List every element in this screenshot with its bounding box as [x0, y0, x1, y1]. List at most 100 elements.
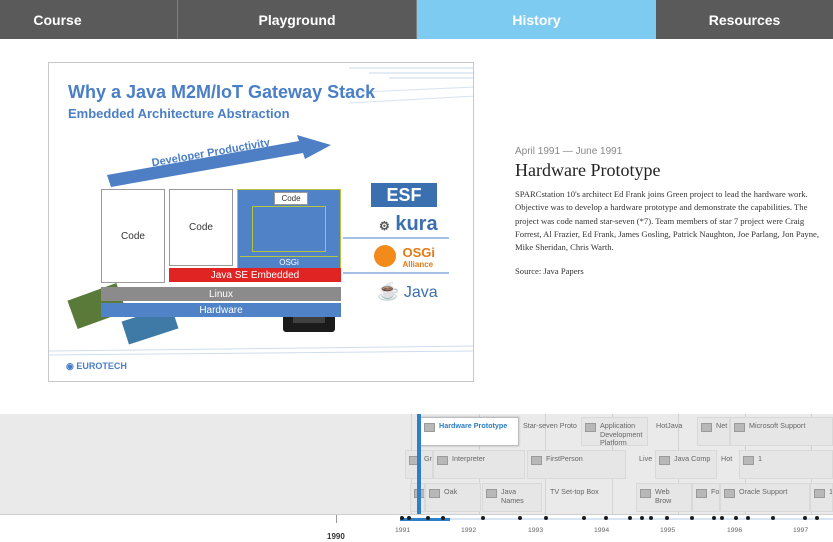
osgi-bundles [252, 206, 326, 252]
timeline-item-java-names[interactable]: Java Names [482, 483, 542, 512]
timeline-event-dot[interactable] [544, 516, 548, 520]
tab-course[interactable]: Course [0, 0, 178, 39]
year-label: 1993 [528, 527, 544, 534]
timeline-axis[interactable]: 1990 1991 1992 1993 1994 1995 1996 1997 [0, 514, 833, 542]
timeline-item-hotjava[interactable]: HotJava [652, 417, 697, 446]
timeline-event-dot[interactable] [771, 516, 775, 520]
eurotech-logo-text: EUROTECH [76, 361, 127, 371]
timeline-item-1[interactable]: 1 [739, 450, 833, 479]
timeline-item-label: Java Comp [674, 454, 711, 463]
timeline-item-label: Java Names [501, 487, 524, 505]
timeline-item-hardware-prototype[interactable]: Hardware Prototype [420, 417, 519, 446]
image-icon [486, 489, 497, 498]
image-icon [659, 456, 670, 465]
image-icon [696, 489, 707, 498]
timeline-item-label: FirstPerson [546, 454, 583, 463]
image-icon [814, 489, 825, 498]
code-box-2: Code [169, 189, 233, 266]
timeline-item-1-row3[interactable]: 1 [810, 483, 833, 512]
osgi-label: OSGi [279, 257, 299, 267]
timeline-event-dot[interactable] [426, 516, 430, 520]
timeline-event-dot[interactable] [746, 516, 750, 520]
image-icon [531, 456, 542, 465]
timeline-event-dot[interactable] [582, 516, 586, 520]
linux-label: Linux [209, 288, 233, 300]
java-se-bar: Java SE Embedded [169, 268, 341, 282]
entry-description: SPARCstation 10's architect Ed Frank joi… [515, 189, 819, 253]
timeline-item-oak[interactable]: Oak [425, 483, 481, 512]
timeline-item-label: Live [639, 454, 653, 463]
image-icon [585, 423, 596, 432]
image-icon [437, 456, 448, 465]
timeline-item-live[interactable]: Live [635, 450, 655, 479]
history-slide-image: Why a Java M2M/IoT Gateway Stack Embedde… [48, 62, 474, 382]
timeline-event-dot[interactable] [518, 516, 522, 520]
timeline-item-tv-settop[interactable]: TV Set-top Box [546, 483, 635, 512]
timeline-item-interpreter[interactable]: Interpreter [433, 450, 525, 479]
timeline-event-dot[interactable] [441, 516, 445, 520]
timeline-item-fo[interactable]: Fo [692, 483, 720, 512]
timeline-item-label: HotJava [656, 421, 683, 430]
timeline-item-web-brow[interactable]: Web Brow [636, 483, 692, 512]
timeline-event-dot[interactable] [481, 516, 485, 520]
image-icon [743, 456, 754, 465]
hardware-label: Hardware [199, 304, 243, 316]
timeline-event-dot[interactable] [665, 516, 669, 520]
timeline-event-dot[interactable] [649, 516, 653, 520]
timeline-item-label: TV Set-top Box [550, 487, 599, 496]
image-icon [724, 489, 735, 498]
timeline-event-dot[interactable] [604, 516, 608, 520]
year-label: 1995 [660, 527, 676, 534]
timeline-item-label: Star-seven Proto [523, 421, 577, 430]
entry-source: Source: Java Papers [515, 266, 584, 277]
timeline-event-dot[interactable] [628, 516, 632, 520]
java-logo: ☕ Java [377, 281, 438, 302]
year-label: 1991 [395, 527, 411, 534]
timeline-item-net[interactable]: Net [697, 417, 730, 446]
slide-title: Why a Java M2M/IoT Gateway Stack [68, 82, 376, 102]
timeline-item-java-comp[interactable]: Java Comp [655, 450, 717, 479]
timeline-item-firstperson[interactable]: FirstPerson [527, 450, 626, 479]
timeline-event-dot[interactable] [712, 516, 716, 520]
timeline-item-label: Fo [711, 487, 720, 496]
image-icon [640, 489, 651, 498]
kura-gear-icon: ⚙ [379, 219, 390, 233]
timeline-item-application-platform[interactable]: Application Development Platform [581, 417, 648, 446]
timeline-event-dot[interactable] [803, 516, 807, 520]
kura-logo: ⚙ kura [379, 213, 438, 236]
timeline-item-star-seven[interactable]: Star-seven Proto [519, 417, 581, 446]
timeline-item-hot[interactable]: Hot [717, 450, 739, 479]
entry-dates: April 1991 — June 1991 [515, 146, 623, 157]
tab-playground[interactable]: Playground [178, 0, 417, 39]
timeline-item-label: Web Brow [655, 487, 672, 505]
tab-resources-label: Resources [708, 11, 781, 28]
osgi-alliance-words: OSGi Alliance [402, 245, 435, 269]
timeline-event-dot[interactable] [400, 516, 404, 520]
tab-history[interactable]: History [417, 0, 656, 39]
java-se-label: Java SE Embedded [210, 269, 300, 281]
timeline[interactable]: Hardware Prototype Star-seven Proto Appl… [0, 414, 833, 542]
timeline-item-microsoft-support[interactable]: Microsoft Support [730, 417, 833, 446]
timeline-event-dot[interactable] [407, 516, 411, 520]
timeline-item-oracle-support[interactable]: Oracle Support [720, 483, 810, 512]
timeline-item-label: Microsoft Support [749, 421, 806, 430]
timeline-item-label: 1 [758, 454, 762, 463]
axis-tick-1990 [336, 515, 337, 523]
timeline-event-dot[interactable] [640, 516, 644, 520]
top-nav: Course Playground History Resources [0, 0, 833, 39]
code-box-3-label: Code [281, 194, 301, 203]
timeline-event-dot[interactable] [720, 516, 724, 520]
timeline-event-dot[interactable] [815, 516, 819, 520]
code-box-1-label: Code [121, 230, 145, 242]
timeline-item-label: Oracle Support [739, 487, 788, 496]
year-label: 1990 [327, 532, 345, 541]
timeline-item-label: Hot [721, 454, 733, 463]
code-box-2-label: Code [189, 222, 213, 233]
tab-playground-label: Playground [258, 11, 336, 28]
timeline-item-label: 1 [829, 487, 833, 496]
osgi-container: Code OSGi [237, 189, 341, 269]
tab-resources[interactable]: Resources [656, 0, 833, 39]
timeline-event-dot[interactable] [734, 516, 738, 520]
timeline-event-dot[interactable] [690, 516, 694, 520]
timeline-item-label: Oak [444, 487, 458, 496]
